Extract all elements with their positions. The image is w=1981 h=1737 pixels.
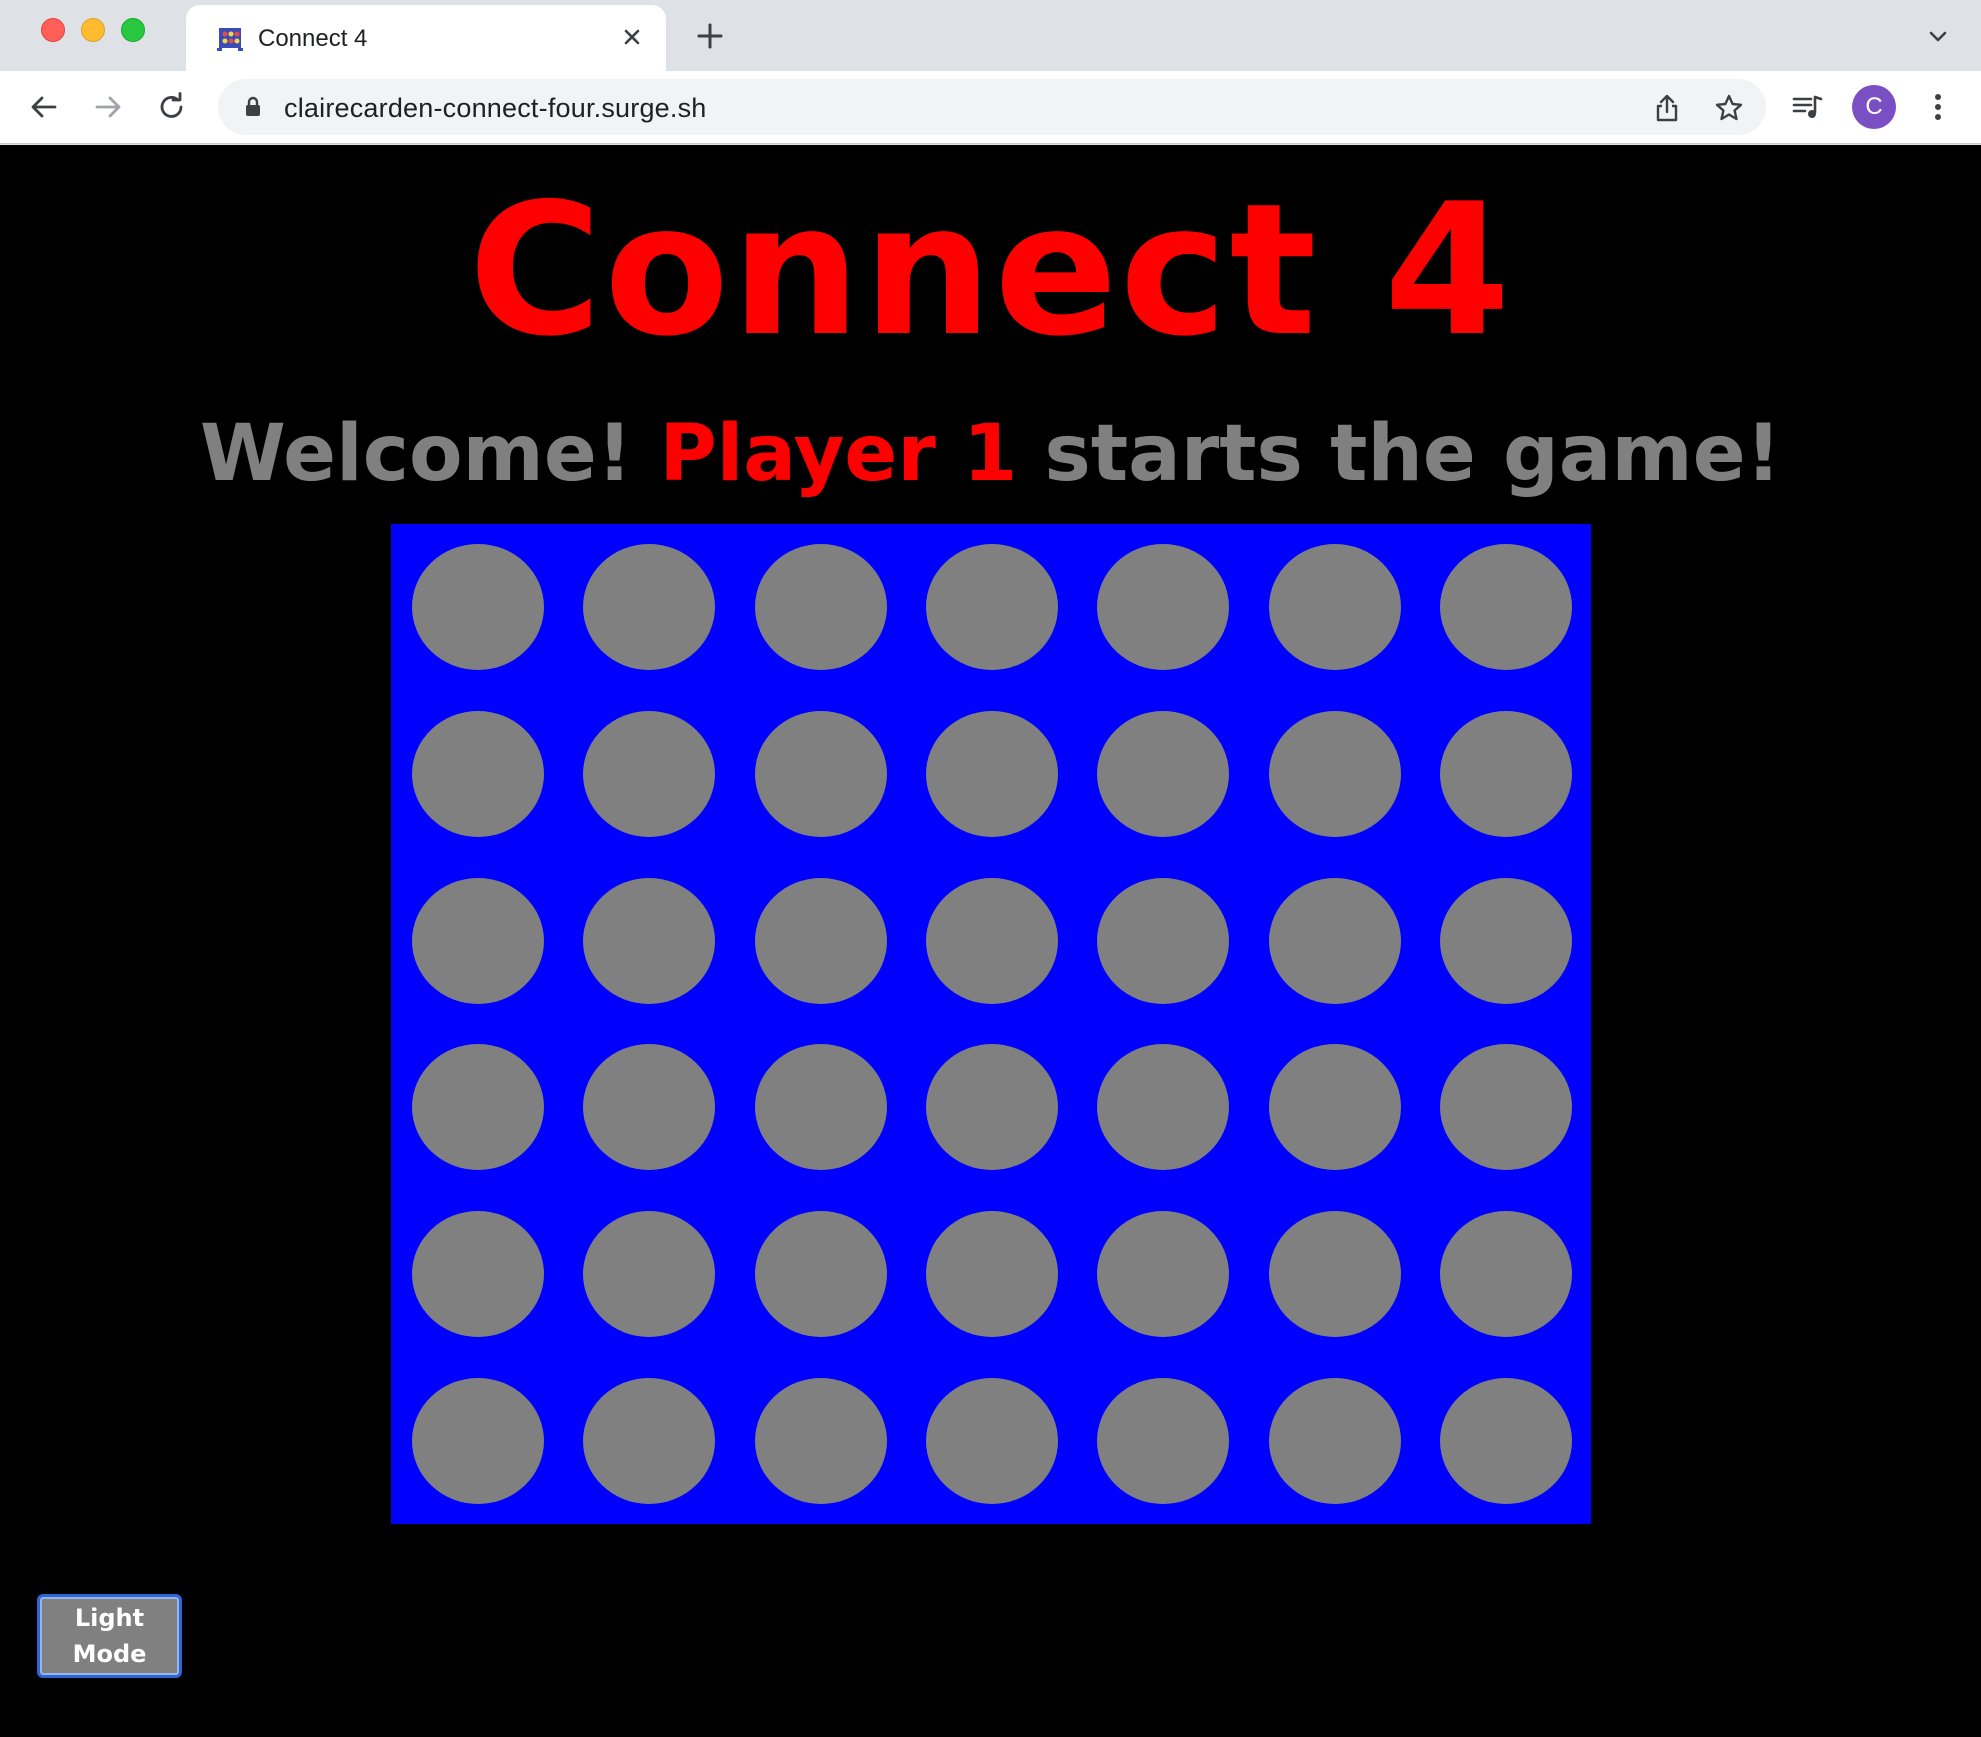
board-slot[interactable] <box>926 1377 1058 1504</box>
board-slot[interactable] <box>411 877 544 1004</box>
profile-avatar[interactable]: C <box>1852 85 1896 129</box>
favicon-icon <box>216 24 244 52</box>
tab-strip: Connect 4 <box>0 0 1981 71</box>
board-slot[interactable] <box>754 1211 887 1337</box>
reload-button[interactable] <box>150 85 194 129</box>
board-slot[interactable] <box>1440 711 1573 837</box>
board-slot[interactable] <box>583 1044 716 1171</box>
kebab-menu-icon[interactable] <box>1916 85 1960 129</box>
tab-search-button[interactable] <box>1920 22 1956 52</box>
browser-toolbar: clairecarden-connect-four.surge.sh C <box>0 71 1981 144</box>
board-slot[interactable] <box>1268 877 1401 1004</box>
board-slot[interactable] <box>754 1044 887 1171</box>
tab-connect-4[interactable]: Connect 4 <box>186 5 666 71</box>
board-slot[interactable] <box>411 1211 544 1337</box>
forward-arrow-icon <box>95 96 121 118</box>
share-icon[interactable] <box>1650 91 1684 125</box>
board-slot[interactable] <box>1268 1377 1401 1504</box>
board-slot[interactable] <box>1440 1044 1573 1171</box>
board-slot[interactable] <box>1268 1211 1401 1337</box>
window-maximize-button[interactable] <box>121 18 145 42</box>
board-slot[interactable] <box>926 877 1058 1004</box>
status-suffix: starts the game! <box>1044 409 1782 499</box>
board-slot[interactable] <box>1097 711 1230 837</box>
reload-icon <box>160 92 183 118</box>
game-title: Connect 4 <box>468 164 1513 376</box>
board-slot[interactable] <box>926 544 1058 671</box>
board-slot[interactable] <box>1440 1377 1573 1504</box>
board-slot[interactable] <box>583 877 716 1004</box>
page-content: Connect 4 Welcome! Player 1 starts the g… <box>0 145 1981 1737</box>
plus-icon <box>697 23 723 49</box>
light-mode-button[interactable]: Light Mode <box>37 1594 182 1678</box>
board-slot[interactable] <box>1097 1377 1230 1504</box>
board-slot[interactable] <box>1268 544 1401 671</box>
close-icon[interactable] <box>616 21 648 53</box>
game-board[interactable] <box>391 524 1591 1524</box>
board-slot[interactable] <box>1440 877 1573 1004</box>
board-slot[interactable] <box>1097 544 1230 671</box>
board-slot[interactable] <box>411 711 544 837</box>
url-text[interactable]: clairecarden-connect-four.surge.sh <box>284 93 707 124</box>
board-slot[interactable] <box>926 1044 1058 1171</box>
board-slot[interactable] <box>1097 877 1230 1004</box>
board-slot[interactable] <box>754 877 887 1004</box>
board-slot[interactable] <box>754 544 887 671</box>
status-prefix: Welcome! <box>199 409 633 499</box>
address-bar[interactable]: clairecarden-connect-four.surge.sh <box>218 79 1766 135</box>
board-slot[interactable] <box>411 544 544 671</box>
board-slot[interactable] <box>926 711 1058 837</box>
board-slot[interactable] <box>583 1211 716 1337</box>
star-icon[interactable] <box>1712 91 1746 125</box>
new-tab-button[interactable] <box>692 18 728 54</box>
board-slot[interactable] <box>583 544 716 671</box>
board-slot[interactable] <box>411 1044 544 1171</box>
board-slot[interactable] <box>754 1377 887 1504</box>
board-slot[interactable] <box>411 1377 544 1504</box>
window-minimize-button[interactable] <box>81 18 105 42</box>
back-arrow-icon <box>31 96 57 118</box>
board-slot[interactable] <box>583 1377 716 1504</box>
browser-chrome: Connect 4 clairecarden-connect-four.surg… <box>0 0 1981 145</box>
board-slot[interactable] <box>754 711 887 837</box>
light-mode-label: Light Mode <box>72 1604 147 1668</box>
board-slot[interactable] <box>926 1211 1058 1337</box>
tab-title: Connect 4 <box>258 25 368 52</box>
window-close-button[interactable] <box>41 18 65 42</box>
board-slot[interactable] <box>1440 1211 1573 1337</box>
board-slot[interactable] <box>1097 1044 1230 1171</box>
chevron-down-icon <box>1929 31 1947 42</box>
board-slot[interactable] <box>1440 544 1573 671</box>
board-slot[interactable] <box>1097 1211 1230 1337</box>
back-button[interactable] <box>22 85 66 129</box>
forward-button[interactable] <box>86 85 130 129</box>
status-message: Welcome! Player 1 starts the game! <box>0 415 1981 493</box>
media-queue-icon[interactable] <box>1786 85 1830 129</box>
board-slot[interactable] <box>1268 1044 1401 1171</box>
board-slot[interactable] <box>583 711 716 837</box>
lock-icon[interactable] <box>242 96 264 118</box>
current-player: Player 1 <box>659 409 1018 499</box>
board-slot[interactable] <box>1268 711 1401 837</box>
